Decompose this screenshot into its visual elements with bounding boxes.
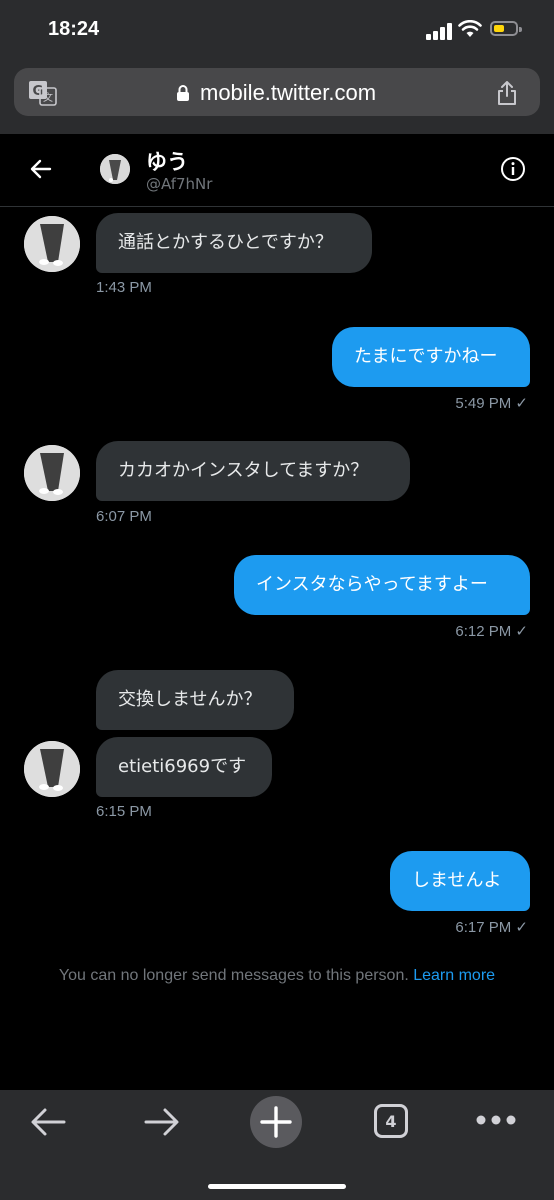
browser-forward-icon[interactable] [142, 1102, 182, 1142]
info-icon[interactable] [500, 156, 526, 182]
url-text[interactable]: mobile.twitter.com [200, 80, 376, 106]
conversation-header: ゆう @Af7hNr [0, 134, 554, 207]
message-timestamp: 6:17 PM ✓ [455, 919, 528, 936]
message-bubble-incoming[interactable]: 通話とかするひとですか？ [96, 213, 372, 273]
notice-text: You can no longer send messages to this … [58, 967, 409, 984]
avatar[interactable] [24, 741, 80, 797]
message-timestamp: 6:12 PM ✓ [455, 623, 528, 640]
message-bubble-outgoing[interactable]: インスタならやってますよー [234, 555, 530, 615]
svg-text:文: 文 [43, 91, 53, 104]
learn-more-link[interactable]: Learn more [413, 967, 495, 984]
browser-address-area: G 文 mobile.twitter.com [0, 62, 554, 134]
address-bar[interactable]: G 文 mobile.twitter.com [14, 68, 540, 116]
message-bubble-outgoing[interactable]: しませんよ [390, 851, 530, 911]
conversation-handle: @Af7hNr [146, 175, 213, 193]
avatar[interactable] [24, 216, 80, 272]
cellular-signal-icon [426, 22, 454, 40]
conversation-name[interactable]: ゆう [146, 146, 188, 176]
status-time: 18:24 [48, 18, 100, 40]
battery-icon [490, 21, 522, 36]
share-icon[interactable] [496, 80, 518, 106]
message-bubble-incoming[interactable]: カカオかインスタしてますか？ [96, 441, 410, 501]
back-arrow-icon[interactable] [28, 156, 54, 182]
wifi-icon [458, 20, 482, 37]
more-icon[interactable] [474, 1112, 518, 1128]
tab-count: 4 [385, 1111, 397, 1131]
message-bubble-outgoing[interactable]: たまにですかねー [332, 327, 530, 387]
message-bubble-incoming[interactable]: etieti6969です [96, 737, 272, 797]
status-bar: 18:24 [0, 0, 554, 62]
message-timestamp: 6:15 PM [96, 803, 152, 820]
browser-back-icon[interactable] [28, 1102, 68, 1142]
message-timestamp: 6:07 PM [96, 508, 152, 525]
messaging-disabled-notice: You can no longer send messages to this … [0, 967, 554, 985]
home-indicator [208, 1184, 346, 1189]
avatar[interactable] [24, 445, 80, 501]
svg-text:G: G [33, 84, 44, 99]
lock-icon [177, 85, 189, 101]
avatar[interactable] [100, 154, 130, 184]
message-timestamp: 1:43 PM [96, 279, 152, 296]
message-timestamp: 5:49 PM ✓ [455, 395, 528, 412]
translate-icon[interactable]: G 文 [28, 80, 58, 106]
tabs-icon[interactable]: 4 [374, 1104, 408, 1138]
new-tab-icon[interactable] [250, 1096, 302, 1148]
message-bubble-incoming[interactable]: 交換しませんか？ [96, 670, 294, 730]
